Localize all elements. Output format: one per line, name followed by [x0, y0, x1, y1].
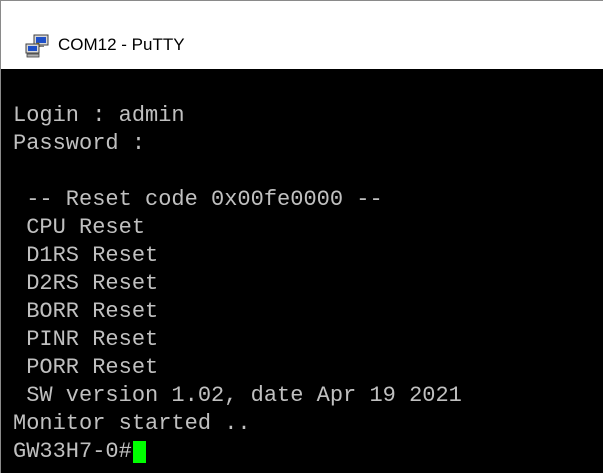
terminal-line: CPU Reset	[13, 215, 146, 240]
terminal-line: D2RS Reset	[13, 271, 159, 296]
putty-computers-icon[interactable]	[25, 34, 51, 58]
terminal-line: BORR Reset	[13, 299, 159, 324]
putty-window: COM12 - PuTTY Login : admin Password : -…	[0, 0, 603, 473]
terminal-line: SW version 1.02, date Apr 19 2021	[13, 383, 462, 408]
window-title: COM12 - PuTTY	[58, 35, 185, 54]
terminal-line: PINR Reset	[13, 327, 159, 352]
terminal-line: Monitor started ..	[13, 411, 251, 436]
terminal-prompt-line[interactable]: GW33H7-0#	[13, 438, 603, 466]
terminal-screen[interactable]: Login : admin Password : -- Reset code 0…	[1, 69, 603, 473]
terminal-prompt: GW33H7-0#	[13, 439, 132, 464]
terminal-line: D1RS Reset	[13, 243, 159, 268]
title-bar[interactable]: COM12 - PuTTY	[1, 1, 603, 69]
terminal-line: PORR Reset	[13, 355, 159, 380]
terminal-line: Password :	[13, 131, 146, 156]
terminal-line: Login : admin	[13, 103, 185, 128]
terminal-line: -- Reset code 0x00fe0000 --	[13, 187, 383, 212]
terminal-cursor	[132, 441, 146, 463]
